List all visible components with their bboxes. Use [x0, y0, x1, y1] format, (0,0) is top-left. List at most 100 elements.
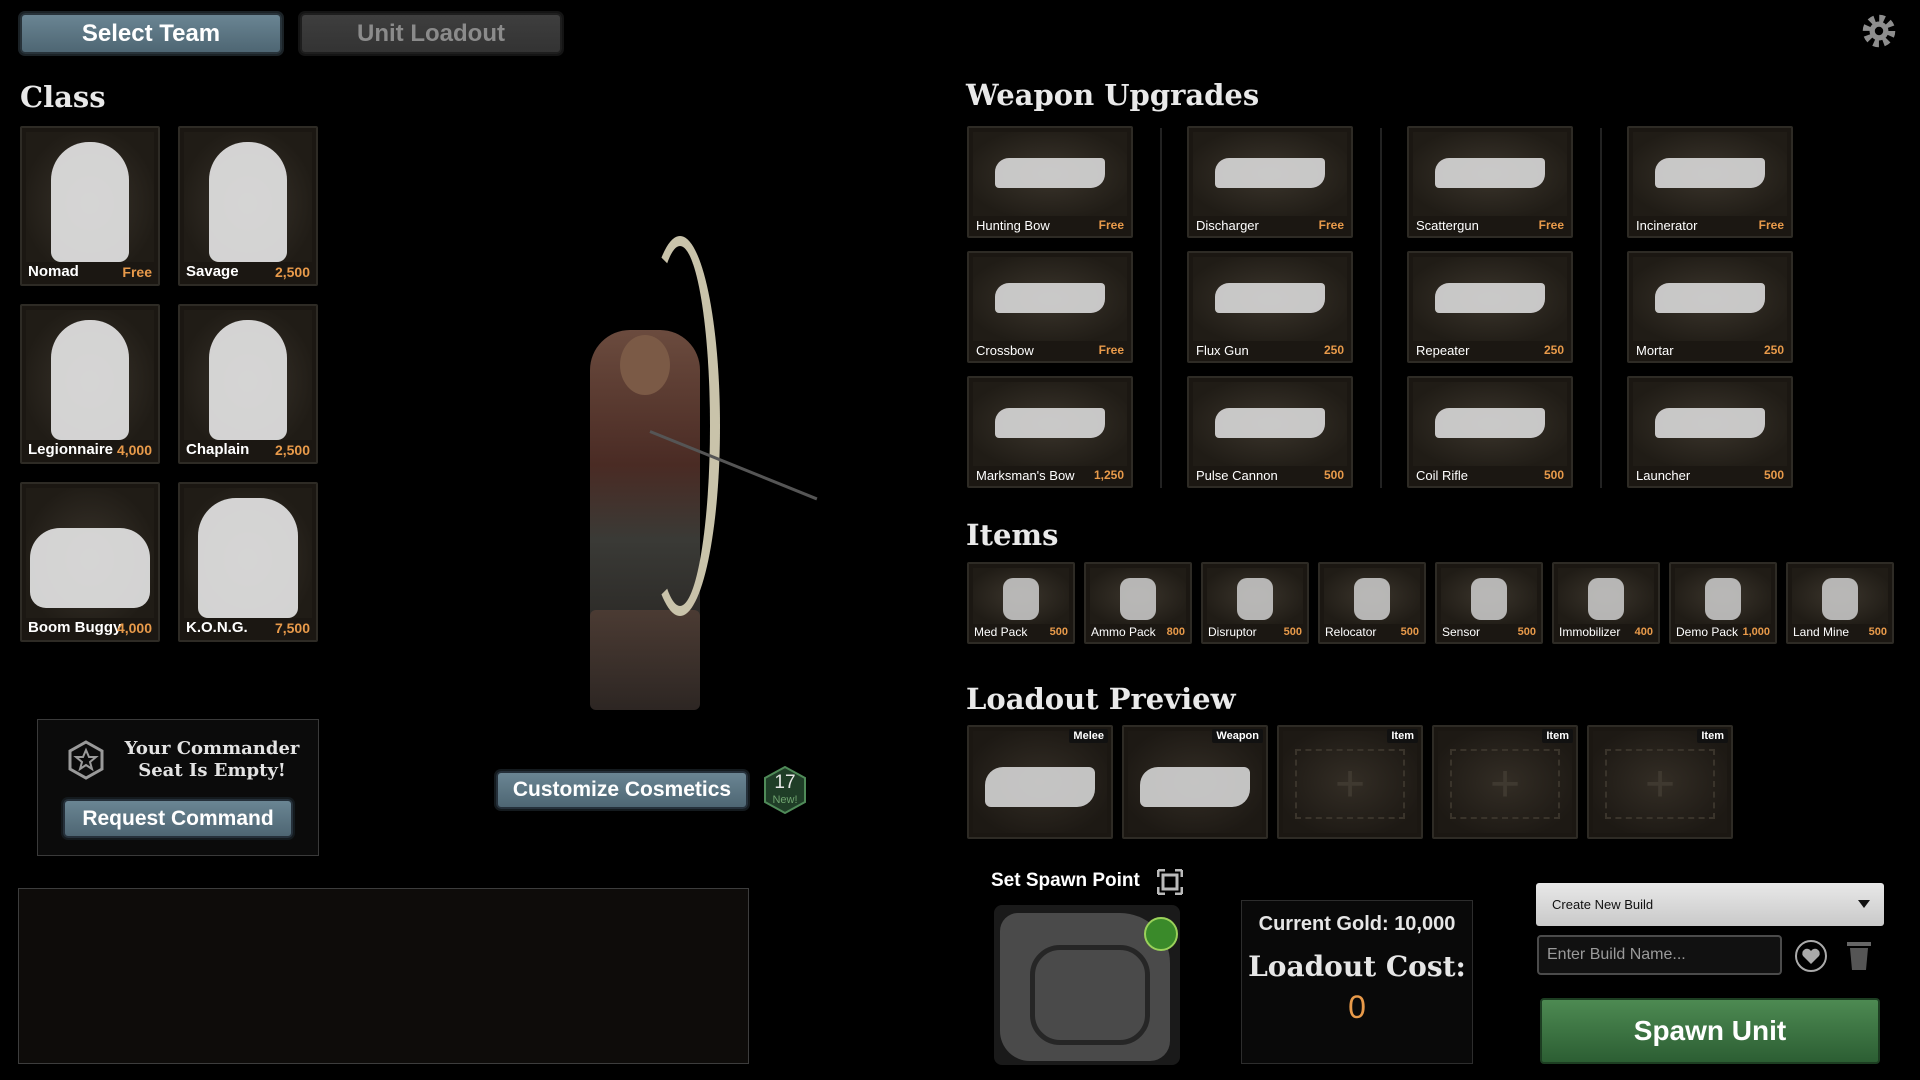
tab-select-team[interactable]: Select Team [20, 13, 282, 54]
item-price: 500 [1283, 626, 1302, 638]
plus-icon: + [1450, 749, 1560, 819]
class-card-boom-buggy[interactable]: Boom Buggy 4,000 [20, 482, 160, 642]
weapon-art [1193, 132, 1347, 216]
weapon-art [1193, 382, 1347, 466]
loadout-cost-value: 0 [1348, 989, 1366, 1025]
item-name: Relocator [1325, 625, 1377, 639]
item-card-relocator[interactable]: Relocator 500 [1318, 562, 1426, 644]
weapon-art [1413, 382, 1567, 466]
item-card-land-mine[interactable]: Land Mine 500 [1786, 562, 1894, 644]
class-art [184, 310, 312, 440]
class-name: K.O.N.G. [186, 619, 248, 636]
weapon-card-pulse-cannon[interactable]: Pulse Cannon 500 [1187, 376, 1353, 488]
build-name-input[interactable] [1537, 935, 1782, 975]
item-art [1441, 568, 1537, 624]
customize-cosmetics-button[interactable]: Customize Cosmetics [496, 771, 748, 809]
slot-label: Item [1542, 729, 1573, 743]
class-title: Class [20, 80, 106, 114]
item-art [1324, 568, 1420, 624]
item-card-sensor[interactable]: Sensor 500 [1435, 562, 1543, 644]
build-select-value: Create New Build [1552, 897, 1654, 912]
weapon-price: Free [1098, 343, 1124, 357]
class-card-nomad[interactable]: Nomad Free [20, 126, 160, 286]
loadout-slot-item-1[interactable]: + Item [1277, 725, 1423, 839]
loadout-cost-label: Loadout Cost: [1248, 950, 1466, 983]
weapon-art [1633, 257, 1787, 341]
weapon-card-discharger[interactable]: Discharger Free [1187, 126, 1353, 238]
class-name: Chaplain [186, 441, 250, 458]
class-price: 2,500 [274, 442, 310, 458]
divider [1160, 128, 1162, 488]
chat-log[interactable] [18, 888, 749, 1064]
item-card-ammo-pack[interactable]: Ammo Pack 800 [1084, 562, 1192, 644]
weapon-card-marksmans-bow[interactable]: Marksman's Bow 1,250 [967, 376, 1133, 488]
item-price: 500 [1868, 626, 1887, 638]
divider [1380, 128, 1382, 488]
class-card-chaplain[interactable]: Chaplain 2,500 [178, 304, 318, 464]
weapon-price: 500 [1763, 468, 1784, 482]
item-name: Demo Pack [1676, 625, 1739, 639]
commander-text-line1: Your Commander [124, 738, 300, 759]
weapon-art [1633, 132, 1787, 216]
weapon-card-launcher[interactable]: Launcher 500 [1627, 376, 1793, 488]
item-price: 500 [1400, 626, 1419, 638]
weapon-card-incinerator[interactable]: Incinerator Free [1627, 126, 1793, 238]
class-price: 4,000 [116, 620, 152, 636]
weapon-price: Free [1318, 218, 1344, 232]
gold-panel: Current Gold: 10,000 Loadout Cost: 0 [1241, 900, 1473, 1064]
item-card-immobilizer[interactable]: Immobilizer 400 [1552, 562, 1660, 644]
weapon-name: Launcher [1636, 468, 1691, 483]
items-title: Items [966, 518, 1059, 552]
weapon-card-coil-rifle[interactable]: Coil Rifle 500 [1407, 376, 1573, 488]
item-art [1675, 568, 1771, 624]
item-card-med-pack[interactable]: Med Pack 500 [967, 562, 1075, 644]
item-name: Med Pack [974, 625, 1028, 639]
request-command-button[interactable]: Request Command [63, 799, 293, 838]
weapon-card-hunting-bow[interactable]: Hunting Bow Free [967, 126, 1133, 238]
weapon-card-mortar[interactable]: Mortar 250 [1627, 251, 1793, 363]
weapon-price: 250 [1763, 343, 1784, 357]
weapon-card-scattergun[interactable]: Scattergun Free [1407, 126, 1573, 238]
new-badge-label: New! [772, 794, 798, 806]
class-card-kong[interactable]: K.O.N.G. 7,500 [178, 482, 318, 642]
class-art [184, 132, 312, 262]
loadout-slot-melee[interactable]: Melee [967, 725, 1113, 839]
item-art [973, 568, 1069, 624]
weapon-art [973, 382, 1127, 466]
item-price: 400 [1634, 626, 1653, 638]
gear-icon[interactable] [1858, 10, 1900, 52]
item-name: Sensor [1442, 625, 1481, 639]
weapon-name: Crossbow [976, 343, 1034, 358]
trash-icon[interactable] [1844, 938, 1874, 972]
loadout-slot-weapon[interactable]: Weapon [1122, 725, 1268, 839]
class-card-legionnaire[interactable]: Legionnaire 4,000 [20, 304, 160, 464]
weapon-card-flux-gun[interactable]: Flux Gun 250 [1187, 251, 1353, 363]
loadout-slot-item-3[interactable]: + Item [1587, 725, 1733, 839]
class-card-savage[interactable]: Savage 2,500 [178, 126, 318, 286]
weapon-card-repeater[interactable]: Repeater 250 [1407, 251, 1573, 363]
spawn-point-label: Set Spawn Point [991, 870, 1140, 891]
weapon-card-crossbow[interactable]: Crossbow Free [967, 251, 1133, 363]
divider [1600, 128, 1602, 488]
expand-map-icon[interactable] [1157, 869, 1183, 895]
weapon-price: 1,250 [1093, 468, 1124, 482]
heart-icon[interactable] [1794, 940, 1828, 972]
spawn-marker-icon[interactable] [1144, 917, 1178, 951]
item-card-disruptor[interactable]: Disruptor 500 [1201, 562, 1309, 644]
loadout-slot-item-2[interactable]: + Item [1432, 725, 1578, 839]
weapon-price: 250 [1323, 343, 1344, 357]
item-name: Land Mine [1793, 625, 1850, 639]
weapon-name: Incinerator [1636, 218, 1698, 233]
class-name: Nomad [28, 263, 79, 280]
slot-label: Item [1387, 729, 1418, 743]
class-price: Free [122, 264, 152, 280]
class-name: Legionnaire [28, 441, 114, 458]
build-select[interactable]: Create New Build [1536, 883, 1884, 926]
tab-unit-loadout[interactable]: Unit Loadout [300, 13, 562, 54]
spawn-unit-button[interactable]: Spawn Unit [1540, 998, 1880, 1064]
class-art [26, 310, 154, 440]
weapon-price: 500 [1543, 468, 1564, 482]
item-card-demo-pack[interactable]: Demo Pack 1,000 [1669, 562, 1777, 644]
item-name: Immobilizer [1559, 625, 1621, 639]
spawn-minimap[interactable] [994, 905, 1180, 1065]
